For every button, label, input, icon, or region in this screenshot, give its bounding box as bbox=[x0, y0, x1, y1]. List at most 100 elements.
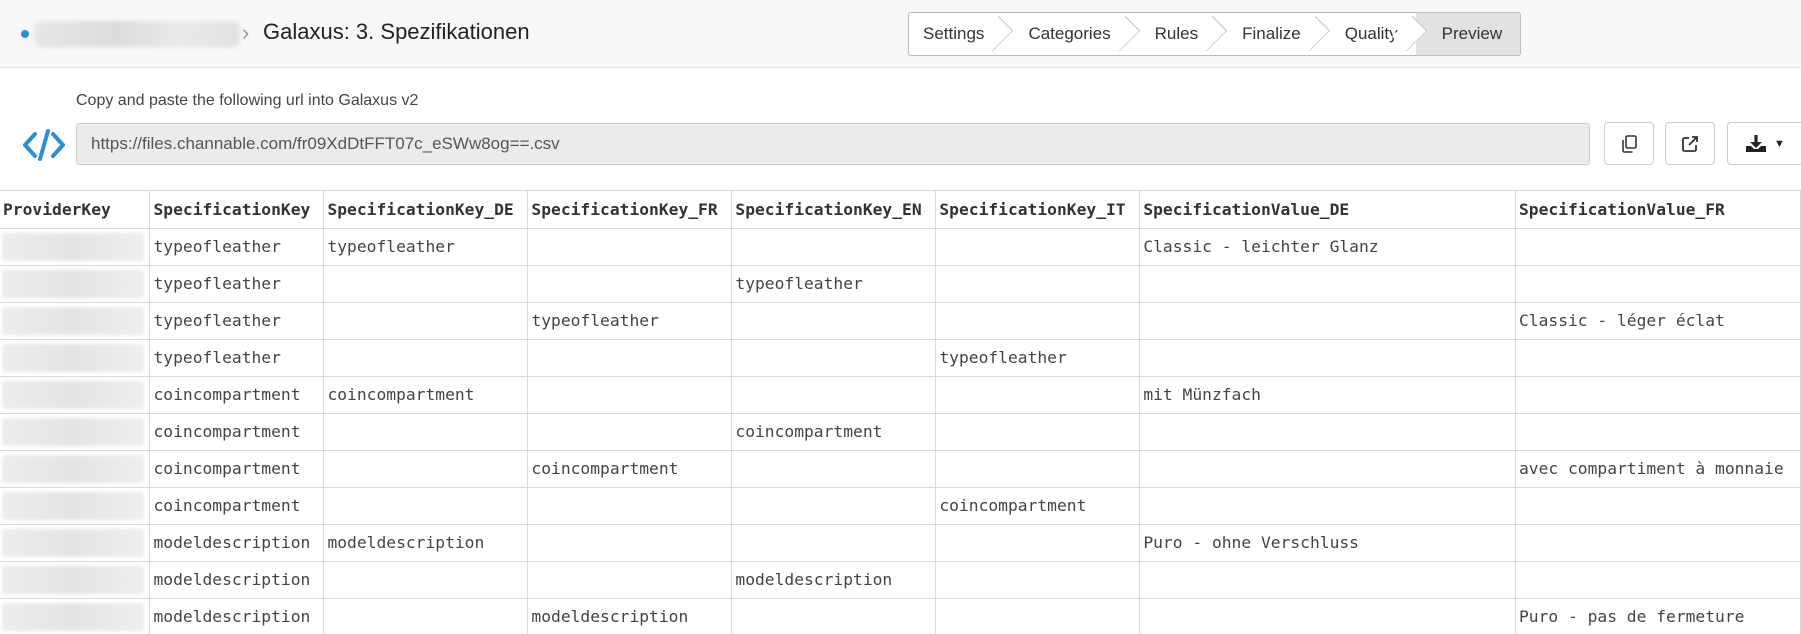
table-cell: modeldescription bbox=[731, 560, 937, 599]
step-quality[interactable]: Quality bbox=[1319, 13, 1416, 55]
chevron-down-icon: ▼ bbox=[1774, 137, 1785, 150]
step-finalize[interactable]: Finalize bbox=[1216, 13, 1319, 55]
table-cell bbox=[527, 375, 733, 414]
table-cell bbox=[527, 560, 733, 599]
provider-key-cell-blurred bbox=[0, 560, 151, 599]
table-cell: modeldescription bbox=[149, 560, 325, 599]
table-cell: modeldescription bbox=[323, 523, 529, 562]
table-cell: coincompartment bbox=[149, 486, 325, 525]
table-cell bbox=[731, 338, 937, 377]
table-cell bbox=[1514, 338, 1801, 377]
table-cell bbox=[1139, 301, 1516, 340]
column-header: SpecificationKey bbox=[149, 191, 325, 229]
column-header: SpecificationValue_FR bbox=[1514, 191, 1801, 229]
table-row: typeofleather typeofleather Classic - leic… bbox=[0, 227, 1801, 266]
table-cell: coincompartment bbox=[149, 375, 325, 414]
download-icon bbox=[1746, 134, 1767, 152]
table-cell bbox=[1514, 412, 1801, 451]
page-title: Galaxus: 3. Spezifikationen bbox=[263, 19, 530, 44]
blurred-value bbox=[2, 380, 144, 409]
table-cell: typeofleather bbox=[323, 227, 529, 266]
table-row: modeldescription modeldescription Puro - o… bbox=[0, 523, 1801, 562]
provider-key-cell-blurred bbox=[0, 412, 151, 451]
table-cell bbox=[935, 560, 1141, 599]
column-header: SpecificationKey_EN bbox=[731, 191, 937, 229]
copy-icon bbox=[1622, 134, 1637, 153]
blurred-value bbox=[2, 417, 144, 446]
blurred-value bbox=[2, 343, 144, 372]
table-cell bbox=[935, 523, 1141, 562]
step-settings[interactable]: Settings bbox=[909, 13, 1002, 55]
table-cell bbox=[935, 264, 1141, 303]
table-cell bbox=[1139, 412, 1516, 451]
table-cell bbox=[1139, 338, 1516, 377]
step-rules[interactable]: Rules bbox=[1129, 13, 1216, 55]
breadcrumb-blurred[interactable] bbox=[34, 21, 240, 47]
table-cell bbox=[935, 375, 1141, 414]
table-cell bbox=[1514, 375, 1801, 414]
table-cell bbox=[1139, 449, 1516, 488]
table-cell: typeofleather bbox=[149, 264, 325, 303]
blurred-value bbox=[2, 454, 144, 483]
table-row: coincompartment coincompartment mit Münzfa… bbox=[0, 375, 1801, 414]
table-cell bbox=[1139, 264, 1516, 303]
open-url-button[interactable] bbox=[1665, 122, 1715, 165]
table-cell bbox=[1514, 560, 1801, 599]
table-row: typeofleather typeofleather bbox=[0, 264, 1801, 303]
table-row: modeldescription modeldescription Puro - p… bbox=[0, 597, 1801, 634]
provider-key-cell-blurred bbox=[0, 523, 151, 562]
table-cell: Classic - léger éclat bbox=[1514, 301, 1801, 340]
table-cell bbox=[731, 523, 937, 562]
table-cell bbox=[323, 264, 529, 303]
table-cell bbox=[1514, 486, 1801, 525]
table-cell bbox=[731, 375, 937, 414]
column-header: SpecificationKey_FR bbox=[527, 191, 733, 229]
table-cell bbox=[527, 486, 733, 525]
table-row: coincompartment coincompartment avec compa… bbox=[0, 449, 1801, 488]
table-cell bbox=[935, 449, 1141, 488]
code-icon bbox=[23, 129, 65, 161]
column-header: SpecificationValue_DE bbox=[1139, 191, 1516, 229]
table-cell bbox=[1139, 486, 1516, 525]
table-cell: typeofleather bbox=[527, 301, 733, 340]
table-cell bbox=[527, 338, 733, 377]
table-cell bbox=[527, 227, 733, 266]
provider-key-cell-blurred bbox=[0, 375, 151, 414]
table-cell bbox=[731, 301, 937, 340]
copy-url-button[interactable] bbox=[1604, 122, 1654, 165]
table-cell: avec compartiment à monnaie bbox=[1514, 449, 1801, 488]
table-cell bbox=[323, 412, 529, 451]
table-cell: coincompartment bbox=[731, 412, 937, 451]
table-cell: coincompartment bbox=[935, 486, 1141, 525]
table-row: modeldescription modeldescription bbox=[0, 560, 1801, 599]
step-categories[interactable]: Categories bbox=[1002, 13, 1128, 55]
blurred-value bbox=[2, 565, 144, 594]
provider-key-cell-blurred bbox=[0, 449, 151, 488]
table-cell bbox=[731, 486, 937, 525]
blurred-value bbox=[2, 491, 144, 520]
column-header: SpecificationKey_IT bbox=[935, 191, 1141, 229]
table-cell bbox=[1514, 227, 1801, 266]
table-cell: Puro - ohne Verschluss bbox=[1139, 523, 1516, 562]
table-cell bbox=[935, 412, 1141, 451]
table-cell: modeldescription bbox=[149, 523, 325, 562]
provider-key-cell-blurred bbox=[0, 227, 151, 266]
table-cell bbox=[731, 449, 937, 488]
preview-table-container[interactable]: ProviderKey SpecificationKey Specification… bbox=[0, 190, 1801, 634]
url-instructions: Copy and paste the following url into Ga… bbox=[76, 92, 419, 109]
table-cell: modeldescription bbox=[149, 597, 325, 634]
provider-key-cell-blurred bbox=[0, 338, 151, 377]
top-header: › Galaxus: 3. Spezifikationen Settings C… bbox=[0, 0, 1801, 68]
table-cell: typeofleather bbox=[149, 338, 325, 377]
download-button[interactable]: ▼ bbox=[1727, 122, 1801, 165]
export-url-field[interactable]: https://files.channable.com/fr09XdDtFFT0… bbox=[76, 123, 1590, 165]
table-cell: typeofleather bbox=[149, 227, 325, 266]
table-cell bbox=[323, 560, 529, 599]
table-cell bbox=[527, 412, 733, 451]
table-cell: coincompartment bbox=[323, 375, 529, 414]
chevron-right-icon: › bbox=[242, 20, 250, 45]
table-cell bbox=[1139, 597, 1516, 634]
table-cell: coincompartment bbox=[149, 412, 325, 451]
step-preview[interactable]: Preview bbox=[1415, 13, 1521, 55]
column-header: ProviderKey bbox=[0, 191, 151, 229]
